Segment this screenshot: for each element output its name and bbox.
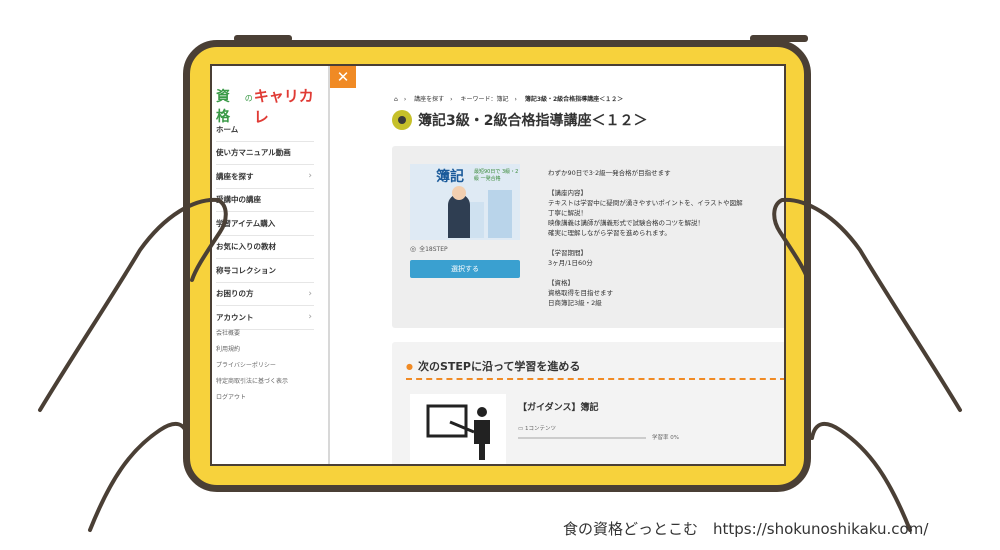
credit-text: 食の資格どっとこむ https://shokunoshikaku.com/ — [563, 520, 929, 538]
hands-illustration — [38, 197, 962, 532]
